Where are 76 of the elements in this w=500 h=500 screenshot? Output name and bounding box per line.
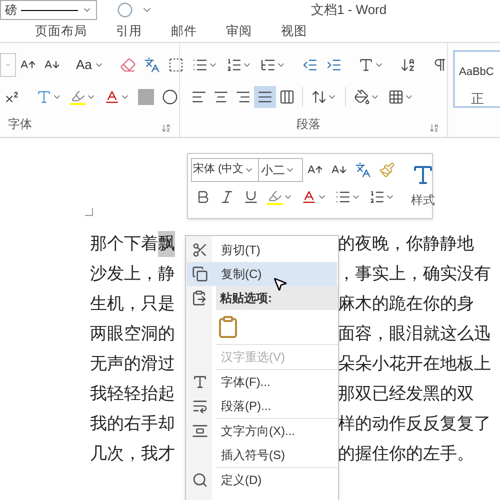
font-size-field[interactable]: 小二 — [259, 158, 303, 182]
document-text: 样的动作反反复复了 — [338, 413, 491, 436]
font-color-icon — [104, 89, 120, 105]
phonetic-guide-icon — [355, 162, 371, 178]
group-label: 字体 — [8, 116, 32, 133]
ribbon-tab[interactable]: 引用 — [116, 22, 142, 40]
styles-button[interactable]: 样式 — [407, 157, 439, 215]
align-icon — [279, 89, 295, 105]
styles-icon — [411, 163, 435, 187]
document-text: 朵朵小花开在地板上 — [338, 353, 491, 376]
document-text: 生机，只是 — [90, 293, 175, 316]
change-case-button[interactable]: Aa — [72, 53, 108, 77]
italic-icon — [219, 189, 235, 205]
align-icon — [235, 89, 251, 105]
menu-item[interactable]: 剪切(T) — [187, 238, 337, 262]
border-weight-field[interactable]: 磅 — [0, 0, 97, 20]
font-name-field[interactable]: 宋体 (中文 — [191, 158, 259, 182]
increase-indent-icon — [326, 57, 342, 73]
scissors-icon — [192, 242, 208, 258]
document-text: 沙发上，静 — [90, 263, 175, 286]
group-label: 段落 — [296, 116, 320, 133]
phonetic-guide-icon — [144, 57, 160, 73]
menu-item[interactable]: 文字方向(X)... — [187, 419, 337, 443]
eraser-icon — [120, 57, 136, 73]
style-gallery-item[interactable]: AaBbC 正 — [453, 50, 500, 108]
document-text: 面容，眼泪就这么迅 — [338, 323, 491, 346]
numbered-list-icon — [369, 189, 385, 205]
highlighter-icon — [267, 189, 283, 205]
align-icon — [257, 89, 273, 105]
document-text: 的夜晚，你静静地 — [338, 233, 474, 256]
document-text: ，事实上，确实没有 — [338, 263, 491, 286]
text-effects-icon — [36, 89, 52, 105]
menu-item[interactable]: 定义(D) — [187, 468, 337, 492]
clipboard-icon — [216, 313, 240, 341]
borders-icon — [388, 89, 404, 105]
search-icon — [192, 472, 208, 488]
pilcrow-icon — [432, 57, 448, 73]
ribbon-tab[interactable]: 页面布局 — [35, 22, 87, 40]
menu-item[interactable]: 字体(F)... — [187, 370, 337, 394]
decrease-indent-icon — [302, 57, 318, 73]
sort-icon — [400, 57, 416, 73]
document-text: 我轻轻抬起 — [90, 383, 175, 406]
font-color-icon — [301, 189, 317, 205]
menu-item[interactable]: 插入符号(S) — [187, 443, 337, 467]
document-text: 我的右手却 — [90, 413, 175, 436]
paragraph-icon — [192, 398, 208, 414]
document-text: 两眼空洞的 — [90, 323, 175, 346]
ribbon-tab[interactable]: 审阅 — [226, 22, 252, 40]
font-icon — [192, 374, 208, 390]
ribbon-tab[interactable]: 视图 — [281, 22, 307, 40]
menu-section-header: 粘贴选项: — [216, 286, 338, 310]
copy-icon — [192, 266, 208, 282]
paste-icon — [191, 290, 207, 306]
underline-icon — [243, 189, 259, 205]
document-text: 那双已经发黑的双 — [338, 383, 474, 406]
menu-item[interactable]: 复制(C) — [187, 262, 337, 286]
document-text: 那个下着 — [90, 233, 158, 256]
document-text: 的握住你的左手。 — [338, 443, 474, 466]
menu-item[interactable]: 段落(P)... — [187, 394, 337, 418]
document-text: 麻木的跪在你的身 — [338, 293, 474, 316]
align-button[interactable] — [254, 86, 276, 108]
align-icon — [191, 89, 207, 105]
paint-bucket-icon — [354, 89, 370, 105]
selected-text: 飘 — [158, 231, 175, 257]
window-title: 文档1 - Word — [311, 1, 387, 20]
text-direction-icon — [192, 423, 208, 439]
highlighter-icon — [70, 89, 86, 105]
paintbrush-icon — [379, 162, 395, 178]
ribbon-tab[interactable]: 邮件 — [171, 22, 197, 40]
document-text: 无声的滑过 — [90, 353, 175, 376]
numbered-list-icon — [226, 57, 242, 73]
line-spacing-icon — [311, 89, 327, 105]
document-text: 几次，我才 — [90, 443, 175, 466]
align-icon — [213, 89, 229, 105]
multilevel-list-icon — [260, 57, 276, 73]
superscript-icon — [4, 89, 20, 105]
